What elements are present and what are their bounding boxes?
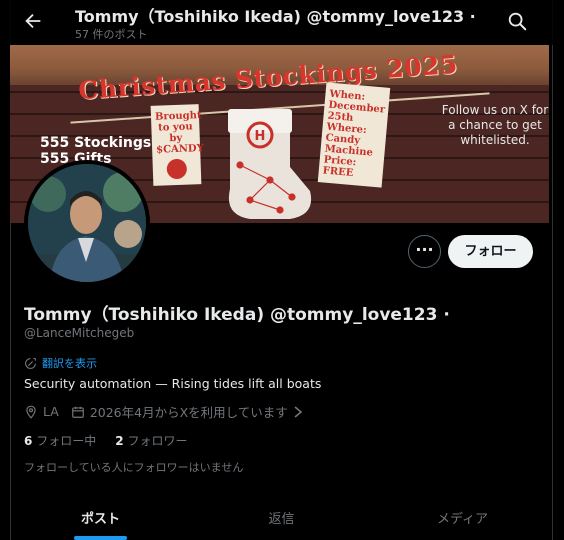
avatar-photo [28, 164, 146, 282]
location-text: LA [43, 404, 59, 419]
avatar[interactable] [24, 160, 150, 286]
profile-name: Tommy（Toshihiko Ikeda) @tommy_love123 · [24, 305, 450, 325]
mutual-followers-notice: フォローしている人にフォロワーはいません [24, 461, 244, 474]
header-post-count: 57 件のポスト [75, 28, 148, 41]
tab-media-label: メディア [436, 512, 489, 527]
profile-meta: LA 2026年4月からXを利用しています [24, 402, 315, 421]
joined-item[interactable]: 2026年4月からXを利用しています [71, 402, 303, 421]
follow-stats: 6 フォロー中 2 フォロワー [24, 432, 188, 449]
back-arrow-icon[interactable] [22, 10, 44, 32]
profile-tabs: ポスト 返信 メディア [10, 490, 553, 540]
following-count: 6 [24, 434, 33, 448]
profile-bio: Security automation — Rising tides lift … [24, 376, 322, 391]
banner-tag-candy-text: Brought to you by $CANDY [154, 110, 204, 156]
translate-label[interactable]: 翻訳を表示 [42, 355, 97, 371]
tab-posts-label: ポスト [80, 512, 120, 527]
calendar-icon [71, 406, 84, 418]
followers-count: 2 [115, 434, 124, 448]
follow-button[interactable]: フォロー [448, 235, 533, 268]
header-title: Tommy（Toshihiko Ikeda) @tommy_love123 · [75, 7, 476, 26]
active-tab-indicator [74, 536, 127, 540]
profile-handle: @LanceMitchegeb [24, 326, 135, 340]
svg-text:H: H [255, 129, 266, 144]
following-link[interactable]: 6 フォロー中 [24, 434, 100, 448]
more-options-button[interactable]: ··· [408, 235, 441, 268]
tab-replies-label: 返信 [268, 512, 295, 527]
tab-media[interactable]: メディア [372, 490, 553, 540]
candy-logo-icon [166, 158, 188, 180]
following-label: フォロー中 [36, 434, 97, 448]
followers-label: フォロワー [127, 434, 188, 448]
followers-link[interactable]: 2 フォロワー [115, 434, 187, 448]
banner-follow-note: Follow us on X for a chance to get white… [441, 103, 549, 147]
joined-text: 2026年4月からXを利用しています [89, 405, 288, 420]
stocking-icon: H [228, 109, 312, 219]
tab-posts[interactable]: ポスト [10, 490, 191, 540]
search-icon[interactable] [506, 10, 528, 32]
location-pin-icon [26, 405, 36, 419]
location-item: LA [24, 404, 59, 419]
translate-icon [25, 357, 36, 369]
translate-link[interactable]: 翻訳を表示 [24, 355, 97, 371]
tab-replies[interactable]: 返信 [191, 490, 372, 540]
chevron-right-icon [294, 405, 303, 418]
top-bar: Tommy（Toshihiko Ikeda) @tommy_love123 · … [0, 0, 564, 45]
banner-count-stockings: 555 Stockings [40, 135, 152, 151]
banner-tag-event: When: December 25th Where: Candy Machine… [317, 82, 391, 188]
banner-tag-candy: Brought to you by $CANDY [150, 104, 204, 186]
